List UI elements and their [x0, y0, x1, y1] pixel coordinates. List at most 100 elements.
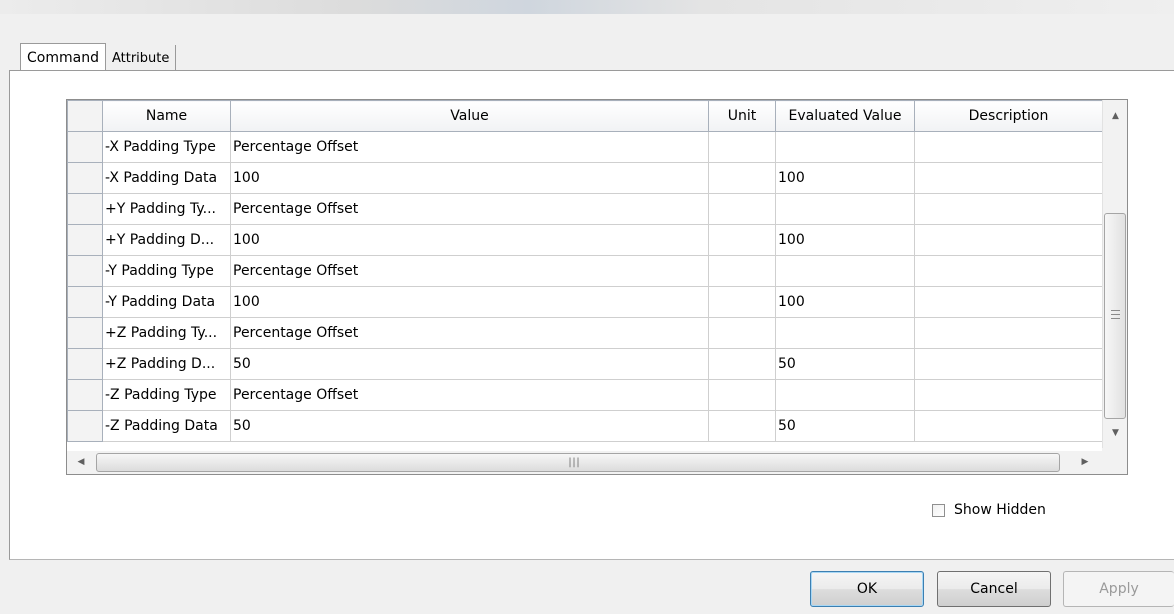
- table-row[interactable]: -Z Padding Data 50 50: [67, 410, 1103, 442]
- table-row[interactable]: -Y Padding Data 100 100: [67, 286, 1103, 318]
- cell-evaluated-value[interactable]: 50: [775, 348, 915, 380]
- table-row[interactable]: -Y Padding Type Percentage Offset: [67, 255, 1103, 287]
- row-header[interactable]: [67, 410, 103, 442]
- cell-unit[interactable]: [708, 286, 776, 318]
- cell-description[interactable]: [914, 317, 1103, 349]
- row-header[interactable]: [67, 255, 103, 287]
- property-table: Name Value Unit Evaluated Value Descript…: [67, 100, 1103, 442]
- cell-evaluated-value[interactable]: 50: [775, 410, 915, 442]
- show-hidden-option[interactable]: Show Hidden: [932, 502, 1046, 518]
- cell-description[interactable]: [914, 255, 1103, 287]
- cell-unit[interactable]: [708, 131, 776, 163]
- cell-unit[interactable]: [708, 193, 776, 225]
- cell-name[interactable]: -Y Padding Type: [102, 255, 231, 287]
- cell-value[interactable]: Percentage Offset: [230, 131, 709, 163]
- cell-value[interactable]: 100: [230, 162, 709, 194]
- cell-unit[interactable]: [708, 379, 776, 411]
- cell-value[interactable]: Percentage Offset: [230, 379, 709, 411]
- table-row[interactable]: +Z Padding Ty... Percentage Offset: [67, 317, 1103, 349]
- cell-value[interactable]: 100: [230, 224, 709, 256]
- row-header[interactable]: [67, 379, 103, 411]
- cell-description[interactable]: [914, 410, 1103, 442]
- cell-value[interactable]: Percentage Offset: [230, 317, 709, 349]
- scroll-down-arrow-icon[interactable]: ▼: [1103, 423, 1128, 443]
- column-header-description[interactable]: Description: [914, 100, 1103, 132]
- scroll-grip-icon: |||: [567, 457, 581, 468]
- column-header-value[interactable]: Value: [230, 100, 709, 132]
- scroll-up-arrow-icon[interactable]: ▲: [1103, 106, 1128, 126]
- row-header[interactable]: [67, 162, 103, 194]
- cell-description[interactable]: [914, 193, 1103, 225]
- cell-description[interactable]: [914, 286, 1103, 318]
- table-row[interactable]: +Z Padding D... 50 50: [67, 348, 1103, 380]
- cell-unit[interactable]: [708, 317, 776, 349]
- show-hidden-label: Show Hidden: [954, 502, 1046, 518]
- cell-evaluated-value[interactable]: [775, 317, 915, 349]
- cell-description[interactable]: [914, 131, 1103, 163]
- cell-description[interactable]: [914, 379, 1103, 411]
- cell-name[interactable]: +Z Padding D...: [102, 348, 231, 380]
- column-header-unit[interactable]: Unit: [708, 100, 776, 132]
- cell-name[interactable]: -X Padding Data: [102, 162, 231, 194]
- apply-button[interactable]: Apply: [1063, 571, 1174, 607]
- cell-value[interactable]: Percentage Offset: [230, 193, 709, 225]
- tab-command[interactable]: Command: [20, 43, 106, 71]
- row-header[interactable]: [67, 348, 103, 380]
- cell-unit[interactable]: [708, 255, 776, 287]
- cell-evaluated-value[interactable]: [775, 193, 915, 225]
- cell-value[interactable]: 50: [230, 410, 709, 442]
- cell-evaluated-value[interactable]: [775, 255, 915, 287]
- cell-description[interactable]: [914, 348, 1103, 380]
- cell-evaluated-value[interactable]: 100: [775, 224, 915, 256]
- table-row[interactable]: +Y Padding D... 100 100: [67, 224, 1103, 256]
- tab-bar: Command Attribute: [20, 43, 177, 71]
- ok-button[interactable]: OK: [810, 571, 924, 607]
- vertical-scrollbar[interactable]: ▲ ▼: [1102, 100, 1127, 448]
- row-header[interactable]: [67, 286, 103, 318]
- cell-name[interactable]: +Y Padding D...: [102, 224, 231, 256]
- table-row[interactable]: -X Padding Type Percentage Offset: [67, 131, 1103, 163]
- cell-name[interactable]: -Z Padding Type: [102, 379, 231, 411]
- cell-description[interactable]: [914, 162, 1103, 194]
- cell-name[interactable]: -X Padding Type: [102, 131, 231, 163]
- cell-value[interactable]: 100: [230, 286, 709, 318]
- cancel-button[interactable]: Cancel: [937, 571, 1051, 607]
- cell-evaluated-value[interactable]: [775, 379, 915, 411]
- table-row[interactable]: -Z Padding Type Percentage Offset: [67, 379, 1103, 411]
- cell-evaluated-value[interactable]: [775, 131, 915, 163]
- horizontal-scroll-thumb[interactable]: |||: [96, 453, 1060, 472]
- row-header-corner: [67, 100, 103, 132]
- row-header[interactable]: [67, 224, 103, 256]
- cell-name[interactable]: -Y Padding Data: [102, 286, 231, 318]
- tab-attribute[interactable]: Attribute: [106, 45, 177, 71]
- show-hidden-checkbox[interactable]: [932, 503, 945, 517]
- cell-unit[interactable]: [708, 410, 776, 442]
- cell-unit[interactable]: [708, 162, 776, 194]
- cell-unit[interactable]: [708, 348, 776, 380]
- scroll-left-arrow-icon[interactable]: ◀: [69, 451, 93, 474]
- column-header-name[interactable]: Name: [102, 100, 231, 132]
- row-header[interactable]: [67, 317, 103, 349]
- table-header-row: Name Value Unit Evaluated Value Descript…: [67, 100, 1103, 132]
- cell-name[interactable]: +Z Padding Ty...: [102, 317, 231, 349]
- vertical-scroll-thumb[interactable]: [1104, 213, 1126, 419]
- cell-evaluated-value[interactable]: 100: [775, 286, 915, 318]
- cell-evaluated-value[interactable]: 100: [775, 162, 915, 194]
- table-row[interactable]: +Y Padding Ty... Percentage Offset: [67, 193, 1103, 225]
- cell-description[interactable]: [914, 224, 1103, 256]
- scrollbar-corner: [1102, 448, 1127, 474]
- cell-unit[interactable]: [708, 224, 776, 256]
- cell-value[interactable]: 50: [230, 348, 709, 380]
- row-header[interactable]: [67, 193, 103, 225]
- row-header[interactable]: [67, 131, 103, 163]
- horizontal-scrollbar[interactable]: ◀ ||| ▶: [67, 451, 1102, 474]
- cell-name[interactable]: +Y Padding Ty...: [102, 193, 231, 225]
- property-grid: Name Value Unit Evaluated Value Descript…: [66, 99, 1128, 475]
- table-row[interactable]: -X Padding Data 100 100: [67, 162, 1103, 194]
- title-strip: [0, 0, 1174, 14]
- column-header-evaluated-value[interactable]: Evaluated Value: [775, 100, 915, 132]
- scroll-grip-icon: [1111, 310, 1120, 319]
- scroll-right-arrow-icon[interactable]: ▶: [1073, 451, 1097, 474]
- cell-value[interactable]: Percentage Offset: [230, 255, 709, 287]
- cell-name[interactable]: -Z Padding Data: [102, 410, 231, 442]
